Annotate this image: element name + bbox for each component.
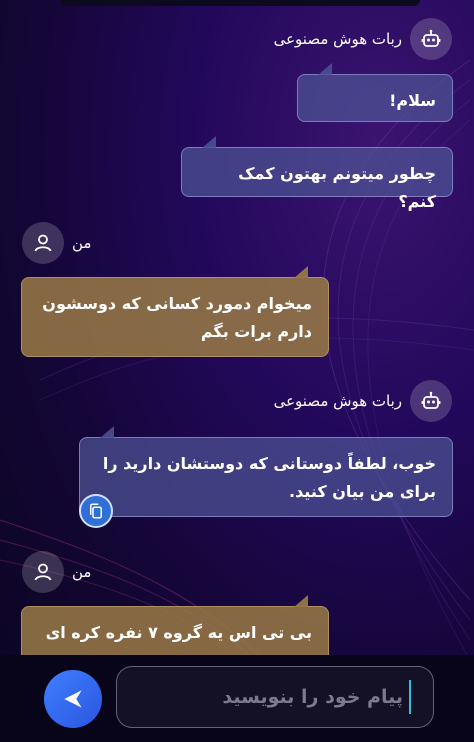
text-caret bbox=[409, 680, 411, 714]
bot-name: ربات هوش مصنوعی bbox=[273, 392, 402, 410]
user-name: من bbox=[72, 234, 92, 252]
send-button[interactable] bbox=[44, 670, 102, 728]
message-text: میخوام دمورد کسانی که دوسشون دارم برات ب… bbox=[42, 294, 312, 341]
bubble-tail bbox=[100, 426, 114, 438]
message-input-box[interactable] bbox=[116, 666, 434, 728]
message-text: بی تی اس یه گروه ۷ نفره کره ای bbox=[45, 623, 312, 642]
copy-button[interactable] bbox=[79, 494, 113, 528]
bot-sender-header: ربات هوش مصنوعی bbox=[274, 18, 452, 60]
chat-message-bot: سلام! bbox=[297, 63, 453, 122]
user-icon bbox=[22, 222, 64, 264]
bubble-tail bbox=[318, 63, 332, 75]
chat-message-user: میخوام دمورد کسانی که دوسشون دارم برات ب… bbox=[21, 266, 329, 357]
message-input[interactable] bbox=[161, 685, 405, 709]
bubble-tail bbox=[202, 136, 216, 148]
robot-icon bbox=[410, 380, 452, 422]
message-text: خوب، لطفاً دوستانی که دوستشان دارید را ب… bbox=[102, 454, 436, 501]
message-text: چطور میتونم بهتون کمک کنم؟ bbox=[238, 164, 436, 211]
chat-message-user: بی تی اس یه گروه ۷ نفره کره ای bbox=[21, 595, 329, 655]
bot-sender-header: ربات هوش مصنوعی bbox=[274, 380, 452, 422]
copy-icon bbox=[90, 503, 102, 519]
chat-area[interactable]: ربات هوش مصنوعی سلام! چطور میتونم بهتون … bbox=[0, 0, 474, 655]
user-sender-header: من bbox=[22, 551, 91, 593]
bot-name: ربات هوش مصنوعی bbox=[273, 30, 402, 48]
bubble-tail bbox=[294, 595, 308, 607]
user-icon bbox=[22, 551, 64, 593]
bubble-tail bbox=[294, 266, 308, 278]
send-icon bbox=[64, 690, 82, 708]
robot-icon bbox=[410, 18, 452, 60]
chat-message-bot: چطور میتونم بهتون کمک کنم؟ bbox=[181, 136, 453, 211]
chat-message-bot: خوب، لطفاً دوستانی که دوستشان دارید را ب… bbox=[79, 426, 453, 517]
user-name: من bbox=[72, 563, 92, 581]
user-sender-header: من bbox=[22, 222, 91, 264]
message-text: سلام! bbox=[389, 91, 436, 110]
